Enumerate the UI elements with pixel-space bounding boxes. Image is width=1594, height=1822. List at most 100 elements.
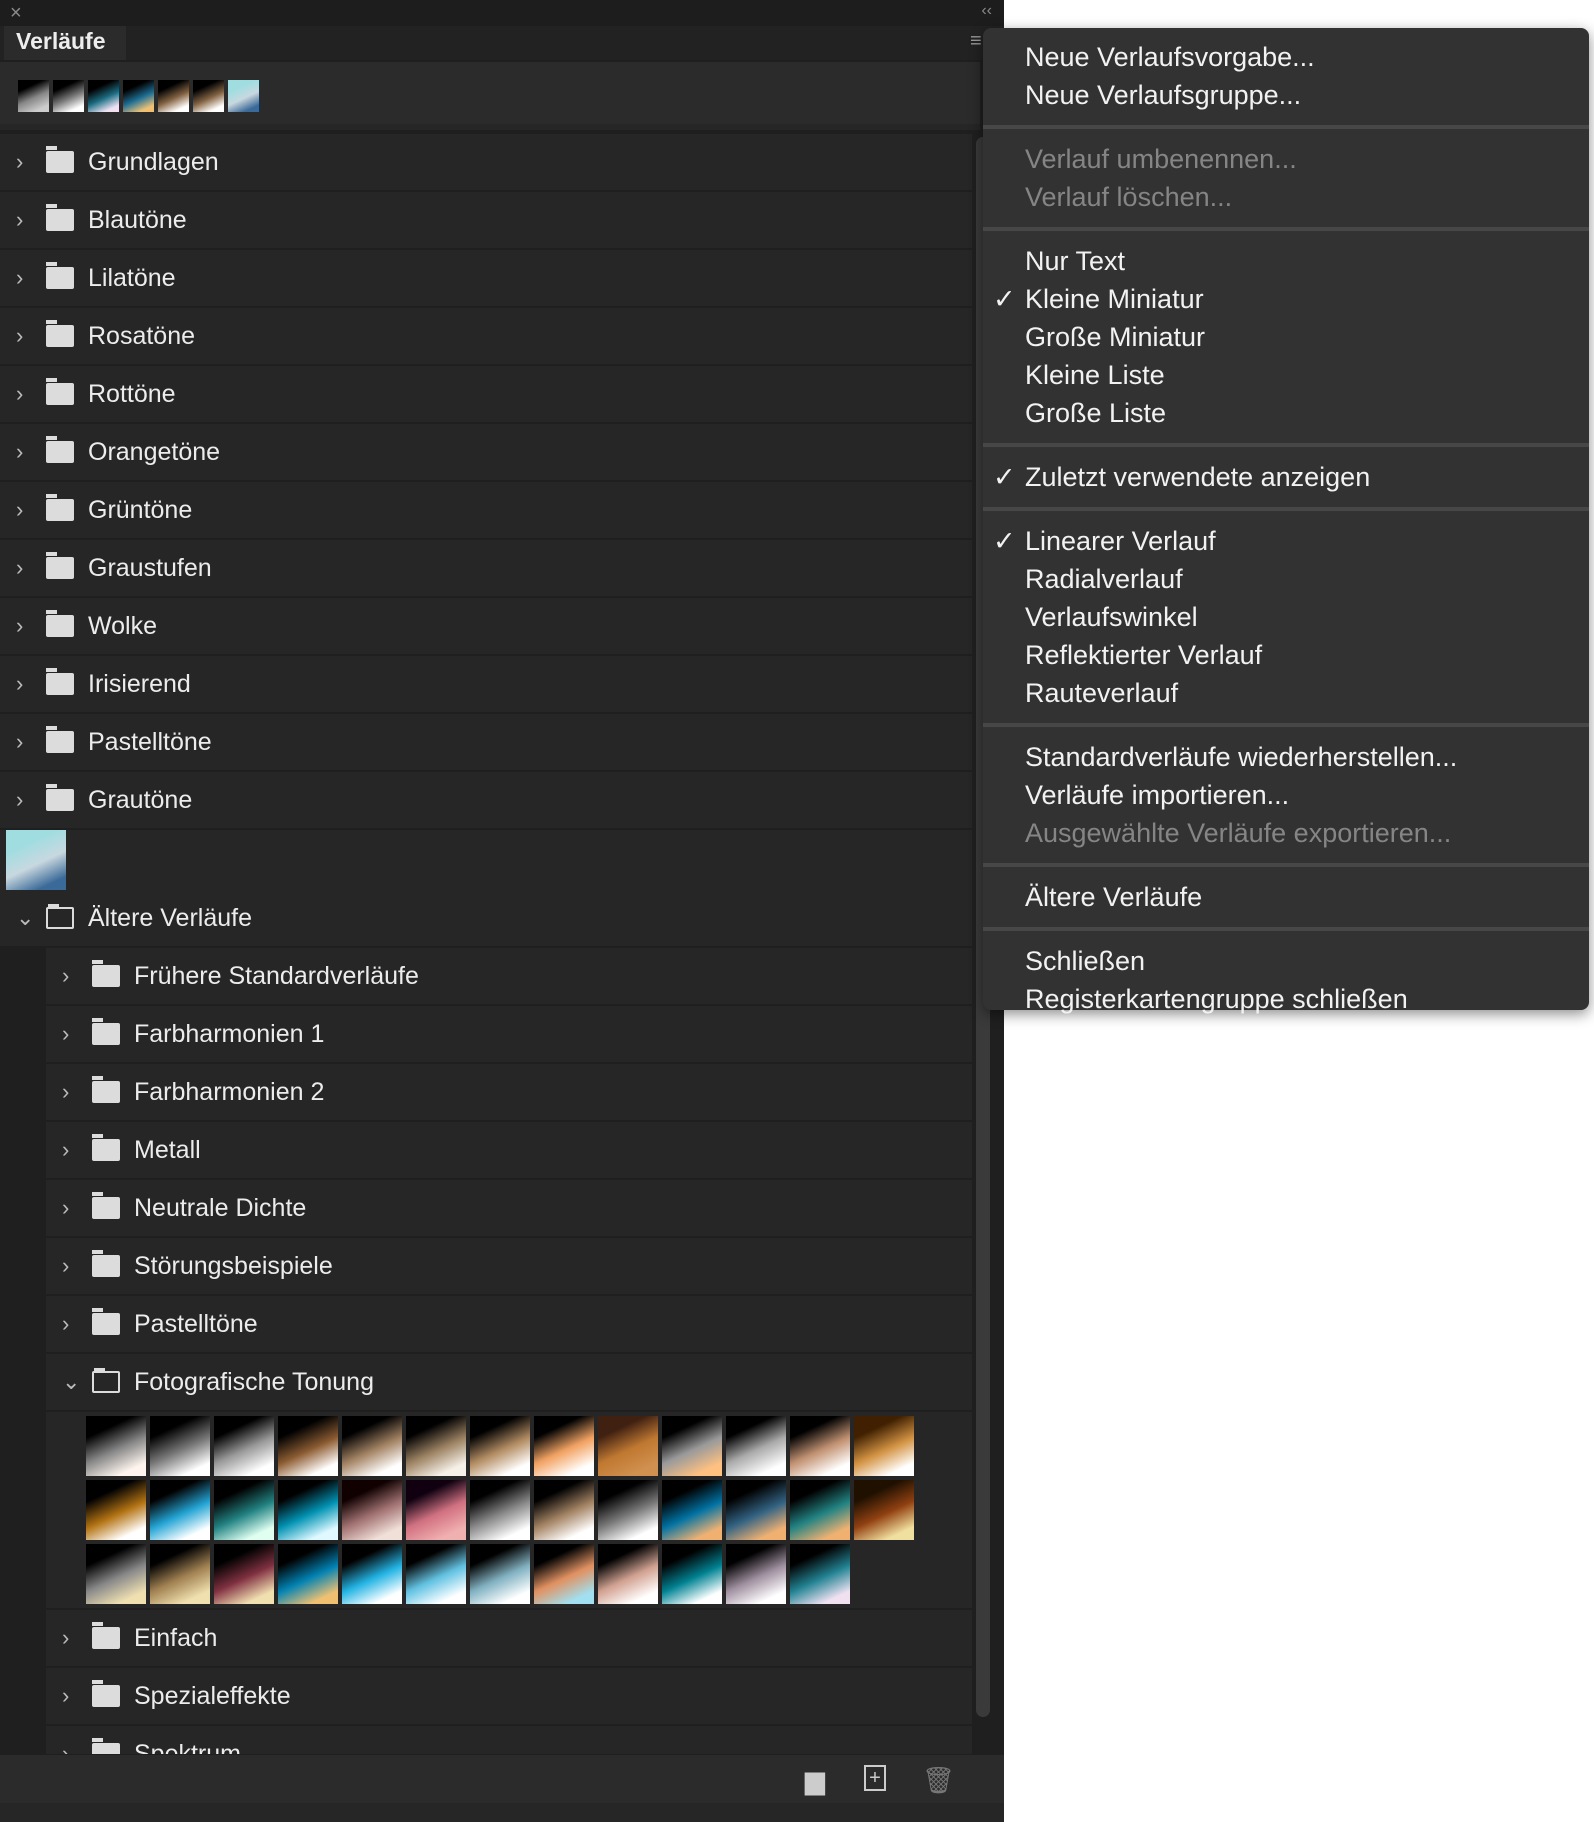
folder-row[interactable]: › Spektrum <box>46 1726 972 1754</box>
chevron-right-icon[interactable]: › <box>16 149 38 175</box>
recent-gradient-swatch[interactable] <box>193 80 224 112</box>
gradient-swatch[interactable] <box>662 1416 722 1476</box>
gradient-swatch[interactable] <box>278 1544 338 1604</box>
gradient-swatch[interactable] <box>790 1416 850 1476</box>
chevron-right-icon[interactable]: › <box>16 439 38 465</box>
gradient-swatch[interactable] <box>854 1480 914 1540</box>
recent-gradient-swatch[interactable] <box>158 80 189 112</box>
folder-row[interactable]: › Grüntöne <box>0 482 972 538</box>
gradient-swatch[interactable] <box>598 1480 658 1540</box>
menu-item[interactable]: Standardverläufe wiederherstellen... <box>983 738 1589 776</box>
gradient-swatch[interactable] <box>406 1544 466 1604</box>
gradient-swatch[interactable] <box>534 1544 594 1604</box>
folder-row[interactable]: › Spezialeffekte <box>46 1668 972 1724</box>
gradient-swatch[interactable] <box>726 1544 786 1604</box>
gradient-swatch[interactable] <box>726 1480 786 1540</box>
gradient-swatch[interactable] <box>470 1416 530 1476</box>
gradient-swatch[interactable] <box>470 1480 530 1540</box>
chevron-right-icon[interactable]: › <box>62 963 84 989</box>
menu-item[interactable]: Rauteverlauf <box>983 674 1589 712</box>
gradient-swatch[interactable] <box>534 1416 594 1476</box>
menu-item[interactable]: Große Miniatur <box>983 318 1589 356</box>
chevron-right-icon[interactable]: › <box>62 1311 84 1337</box>
chevron-right-icon[interactable]: › <box>16 613 38 639</box>
gradient-swatch[interactable] <box>790 1544 850 1604</box>
folder-row[interactable]: ⌄ Fotografische Tonung <box>46 1354 972 1410</box>
folder-row[interactable]: › Blautöne <box>0 192 972 248</box>
chevron-down-icon[interactable]: ⌄ <box>16 905 38 931</box>
folder-row[interactable]: › Pastelltöne <box>46 1296 972 1352</box>
new-gradient-icon[interactable]: + <box>864 1765 886 1791</box>
menu-item[interactable]: ✓ Linearer Verlauf <box>983 522 1589 560</box>
menu-item[interactable]: Reflektierter Verlauf <box>983 636 1589 674</box>
folder-row[interactable]: › Irisierend <box>0 656 972 712</box>
folder-row[interactable]: › Farbharmonien 1 <box>46 1006 972 1062</box>
chevron-right-icon[interactable]: › <box>62 1195 84 1221</box>
menu-item[interactable]: ✓ Kleine Miniatur <box>983 280 1589 318</box>
new-group-folder-icon[interactable]: ▆ <box>805 1765 825 1796</box>
folder-row[interactable]: › Grautöne <box>0 772 972 828</box>
gradient-swatch[interactable] <box>214 1544 274 1604</box>
folder-row[interactable]: › Metall <box>46 1122 972 1178</box>
gradient-swatch[interactable] <box>342 1480 402 1540</box>
gradient-swatch[interactable] <box>278 1480 338 1540</box>
menu-item[interactable]: Verlaufswinkel <box>983 598 1589 636</box>
gradient-swatch[interactable] <box>662 1544 722 1604</box>
gradient-swatch[interactable] <box>86 1544 146 1604</box>
gradient-swatch[interactable] <box>342 1544 402 1604</box>
gradient-swatch[interactable] <box>342 1416 402 1476</box>
chevron-right-icon[interactable]: › <box>62 1253 84 1279</box>
folder-row[interactable]: › Rosatöne <box>0 308 972 364</box>
folder-row[interactable]: › Lilatöne <box>0 250 972 306</box>
menu-item[interactable]: ✓ Zuletzt verwendete anzeigen <box>983 458 1589 496</box>
recent-gradient-swatch[interactable] <box>18 80 49 112</box>
chevron-right-icon[interactable]: › <box>16 265 38 291</box>
panel-menu-icon[interactable]: ≡ <box>970 30 982 53</box>
recent-gradient-swatch[interactable] <box>123 80 154 112</box>
gradient-swatch[interactable] <box>534 1480 594 1540</box>
folder-row[interactable]: › Graustufen <box>0 540 972 596</box>
gradient-swatch[interactable] <box>86 1480 146 1540</box>
gradient-swatch[interactable] <box>214 1480 274 1540</box>
gradient-swatch[interactable] <box>278 1416 338 1476</box>
collapse-icon[interactable]: ‹‹ <box>981 2 992 20</box>
folder-row[interactable]: › Frühere Standardverläufe <box>46 948 972 1004</box>
gradient-swatch[interactable] <box>790 1480 850 1540</box>
recent-gradient-swatch[interactable] <box>53 80 84 112</box>
chevron-right-icon[interactable]: › <box>16 555 38 581</box>
chevron-right-icon[interactable]: › <box>16 787 38 813</box>
gradient-swatch[interactable] <box>854 1416 914 1476</box>
chevron-down-icon[interactable]: ⌄ <box>62 1369 84 1395</box>
menu-item[interactable]: Nur Text <box>983 242 1589 280</box>
menu-item[interactable]: Kleine Liste <box>983 356 1589 394</box>
trash-icon[interactable]: 🗑 <box>922 1765 955 1796</box>
tab-verlaeufe[interactable]: Verläufe <box>4 26 126 60</box>
menu-item[interactable]: Neue Verlaufsvorgabe... <box>983 38 1589 76</box>
folder-row[interactable]: › Einfach <box>46 1610 972 1666</box>
chevron-right-icon[interactable]: › <box>16 497 38 523</box>
gradient-swatch[interactable] <box>598 1416 658 1476</box>
menu-item[interactable]: Große Liste <box>983 394 1589 432</box>
gradient-swatch[interactable] <box>406 1416 466 1476</box>
gradient-swatch[interactable] <box>150 1416 210 1476</box>
folder-row[interactable]: › Störungsbeispiele <box>46 1238 972 1294</box>
chevron-right-icon[interactable]: › <box>62 1079 84 1105</box>
folder-row[interactable]: › Rottöne <box>0 366 972 422</box>
chevron-right-icon[interactable]: › <box>62 1137 84 1163</box>
folder-row[interactable]: › Farbharmonien 2 <box>46 1064 972 1120</box>
gradient-swatch[interactable] <box>470 1544 530 1604</box>
chevron-right-icon[interactable]: › <box>62 1683 84 1709</box>
gradient-swatch[interactable] <box>726 1416 786 1476</box>
chevron-right-icon[interactable]: › <box>16 381 38 407</box>
menu-item[interactable]: Neue Verlaufsgruppe... <box>983 76 1589 114</box>
chevron-right-icon[interactable]: › <box>62 1741 84 1754</box>
gradient-swatch[interactable] <box>406 1480 466 1540</box>
menu-item[interactable]: Ältere Verläufe <box>983 878 1589 916</box>
folder-row[interactable]: › Grundlagen <box>0 134 972 190</box>
gradient-swatch[interactable] <box>6 830 66 890</box>
close-icon[interactable]: × <box>10 2 22 25</box>
chevron-right-icon[interactable]: › <box>16 671 38 697</box>
folder-row[interactable]: › Pastelltöne <box>0 714 972 770</box>
gradient-swatch[interactable] <box>150 1480 210 1540</box>
menu-item[interactable]: Verläufe importieren... <box>983 776 1589 814</box>
